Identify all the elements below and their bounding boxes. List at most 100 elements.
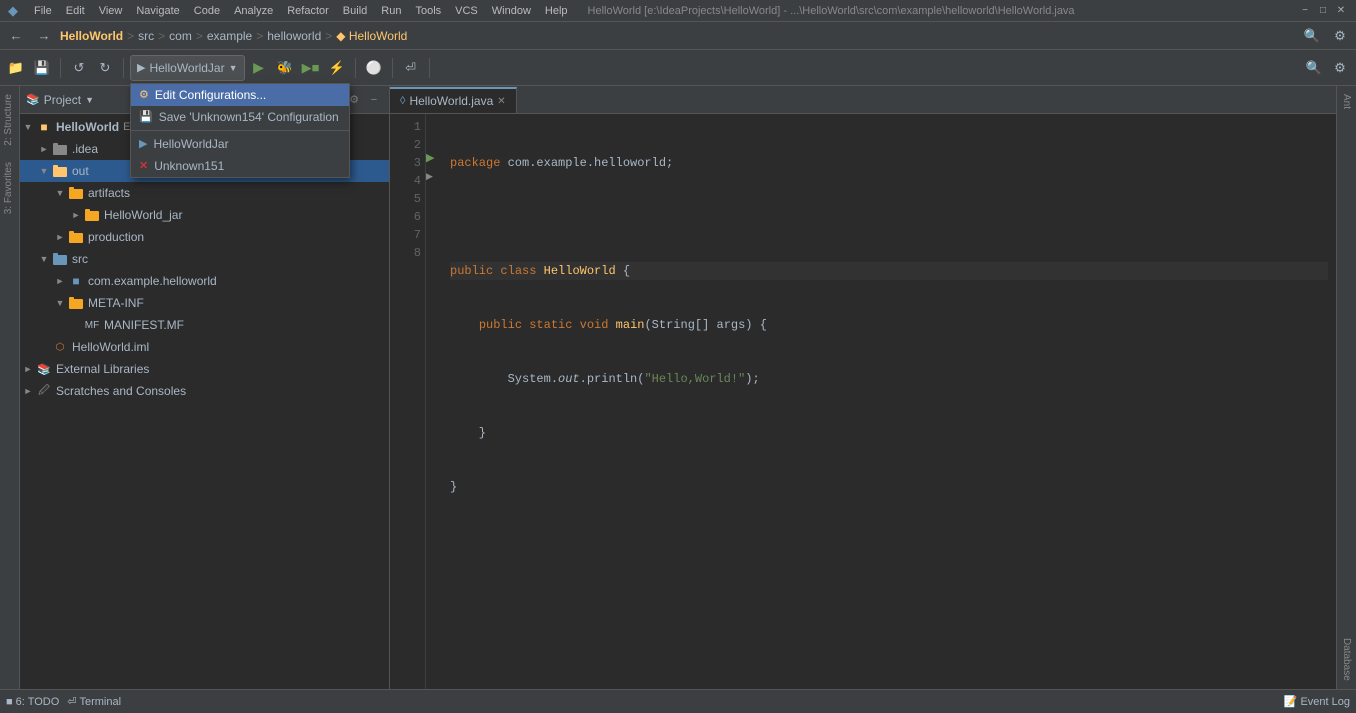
helloworld-jar-label: HelloWorldJar — [153, 137, 228, 151]
dropdown-item-unknown151[interactable]: ✕ Unknown151 — [131, 155, 349, 177]
event-log-label: Event Log — [1300, 696, 1350, 708]
bottom-todo-button[interactable]: ■ 6: TODO — [6, 696, 59, 708]
breadcrumb-helloworld-pkg[interactable]: helloworld — [267, 29, 321, 43]
run-button[interactable]: ▶ — [247, 56, 271, 80]
event-log-icon: 📝 — [1284, 695, 1298, 708]
menu-refactor[interactable]: Refactor — [281, 4, 335, 18]
tree-item-manifest[interactable]: ► MF MANIFEST.MF — [20, 314, 389, 336]
dropdown-item-helloworld-jar[interactable]: ▶ HelloWorldJar — [131, 133, 349, 155]
project-hide-button[interactable]: − — [365, 91, 383, 109]
code-content[interactable]: package com.example.helloworld; public c… — [442, 114, 1336, 689]
menu-tools[interactable]: Tools — [409, 4, 447, 18]
toolbar-save-button[interactable]: 💾 — [30, 56, 54, 80]
todo-icon: ■ — [6, 696, 13, 708]
tree-arrow-root: ▼ — [20, 122, 36, 132]
code-line-1: package com.example.helloworld; — [450, 154, 1328, 172]
menu-edit[interactable]: Edit — [60, 4, 91, 18]
run-config-button[interactable]: ▶ HelloWorldJar ▼ — [130, 55, 245, 81]
folder-icon-meta-inf — [68, 295, 84, 311]
window-title: HelloWorld [e:\IdeaProjects\HelloWorld] … — [588, 5, 1075, 17]
helloworld-jar-icon: ▶ — [139, 137, 147, 150]
maximize-button[interactable]: □ — [1316, 4, 1330, 18]
dropdown-separator — [131, 130, 349, 131]
sidebar-tab-favorites[interactable]: 3: Favorites — [0, 154, 19, 222]
folder-icon-artifacts — [68, 185, 84, 201]
terminal-icon: ⏎ — [67, 695, 76, 708]
build-button[interactable]: ⚡ — [325, 56, 349, 80]
tree-item-external-libs[interactable]: ► 📚 External Libraries — [20, 358, 389, 380]
search-everywhere-button[interactable]: 🔍 — [1302, 56, 1326, 80]
terminal-button[interactable]: ⏎ — [399, 56, 423, 80]
toolbar-separator-2 — [123, 58, 124, 78]
line-num-1: 1 — [390, 118, 421, 136]
right-tab-ant[interactable]: Ant — [1339, 86, 1354, 117]
tree-arrow-external-libs: ► — [20, 364, 36, 374]
breadcrumb-example[interactable]: example — [207, 29, 252, 43]
nav-settings-button[interactable]: ⚙ — [1328, 24, 1352, 48]
code-line-8 — [450, 532, 1328, 550]
tree-label-helloworld-jar: HelloWorld_jar — [104, 208, 182, 222]
tree-item-helloworld-jar[interactable]: ► HelloWorld_jar — [20, 204, 389, 226]
menu-run[interactable]: Run — [375, 4, 407, 18]
toolbar-undo-button[interactable]: ↺ — [67, 56, 91, 80]
tree-label-manifest: MANIFEST.MF — [104, 318, 184, 332]
menu-view[interactable]: View — [93, 4, 129, 18]
tree-arrow-idea: ► — [36, 144, 52, 154]
run-configuration-selector[interactable]: ▶ HelloWorldJar ▼ ⚙ Edit Configurations.… — [130, 55, 245, 81]
gutter-run-class[interactable]: ▶ — [426, 150, 442, 168]
vcs-button[interactable]: ⚪ — [362, 56, 386, 80]
dropdown-item-save-config[interactable]: 💾 Save 'Unknown154' Configuration — [131, 106, 349, 128]
breadcrumb-com[interactable]: com — [169, 29, 192, 43]
menu-vcs[interactable]: VCS — [449, 4, 484, 18]
settings-button[interactable]: ⚙ — [1328, 56, 1352, 80]
tree-item-helloworld-iml[interactable]: ► ⬡ HelloWorld.iml — [20, 336, 389, 358]
title-bar: ◆ File Edit View Navigate Code Analyze R… — [0, 0, 1356, 22]
right-tab-database[interactable]: Database — [1339, 630, 1354, 689]
toolbar-open-button[interactable]: 📁 — [4, 56, 28, 80]
tree-label-artifacts: artifacts — [88, 186, 130, 200]
run-main-arrow: ▶ — [426, 171, 433, 181]
sidebar-tab-structure[interactable]: 2: Structure — [0, 86, 19, 154]
tree-item-scratches[interactable]: ► 🖉 Scratches and Consoles — [20, 380, 389, 402]
project-dropdown-arrow[interactable]: ▼ — [85, 95, 94, 105]
bottom-terminal-button[interactable]: ⏎ Terminal — [67, 695, 121, 708]
toolbar-redo-button[interactable]: ↻ — [93, 56, 117, 80]
menu-code[interactable]: Code — [188, 4, 226, 18]
breadcrumb-helloworld-file[interactable]: ◆ HelloWorld — [336, 29, 407, 43]
tree-item-artifacts[interactable]: ▼ artifacts — [20, 182, 389, 204]
line-num-4: 4 — [390, 172, 421, 190]
scratches-icon: 🖉 — [36, 383, 52, 399]
menu-analyze[interactable]: Analyze — [228, 4, 279, 18]
menu-build[interactable]: Build — [337, 4, 373, 18]
editor-area: ◊ HelloWorld.java ✕ 1 2 3 4 5 6 7 8 — [390, 86, 1336, 689]
nav-forward-button[interactable]: → — [32, 24, 56, 48]
toolbar-separator-1 — [60, 58, 61, 78]
bottom-event-log-button[interactable]: 📝 Event Log — [1284, 695, 1350, 708]
tab-close-button[interactable]: ✕ — [497, 96, 505, 107]
tree-arrow-artifacts: ▼ — [52, 188, 68, 198]
tree-item-meta-inf[interactable]: ▼ META-INF — [20, 292, 389, 314]
tree-item-com-example[interactable]: ► ■ com.example.helloworld — [20, 270, 389, 292]
bottom-bar: ■ 6: TODO ⏎ Terminal 📝 Event Log — [0, 689, 1356, 713]
debug-button[interactable]: 🐝 — [273, 56, 297, 80]
dropdown-item-edit-config[interactable]: ⚙ Edit Configurations... — [131, 84, 349, 106]
line-num-2: 2 — [390, 136, 421, 154]
breadcrumb-src[interactable]: src — [138, 29, 154, 43]
editor-tab-helloworld[interactable]: ◊ HelloWorld.java ✕ — [390, 87, 517, 113]
code-line-7: } — [450, 478, 1328, 496]
gutter-run-main[interactable]: ▶ — [426, 168, 442, 186]
close-button[interactable]: ✕ — [1334, 4, 1348, 18]
tree-item-production[interactable]: ► production — [20, 226, 389, 248]
minimize-button[interactable]: − — [1298, 4, 1312, 18]
menu-window[interactable]: Window — [486, 4, 537, 18]
menu-help[interactable]: Help — [539, 4, 574, 18]
line-num-6: 6 — [390, 208, 421, 226]
nav-back-button[interactable]: ← — [4, 24, 28, 48]
tree-item-src[interactable]: ▼ src — [20, 248, 389, 270]
nav-search-everywhere-button[interactable]: 🔍 — [1300, 24, 1324, 48]
menu-file[interactable]: File — [28, 4, 58, 18]
breadcrumb-helloworld[interactable]: HelloWorld — [60, 29, 123, 43]
run-coverage-button[interactable]: ▶■ — [299, 56, 323, 80]
menu-navigate[interactable]: Navigate — [130, 4, 185, 18]
tree-label-meta-inf: META-INF — [88, 296, 144, 310]
